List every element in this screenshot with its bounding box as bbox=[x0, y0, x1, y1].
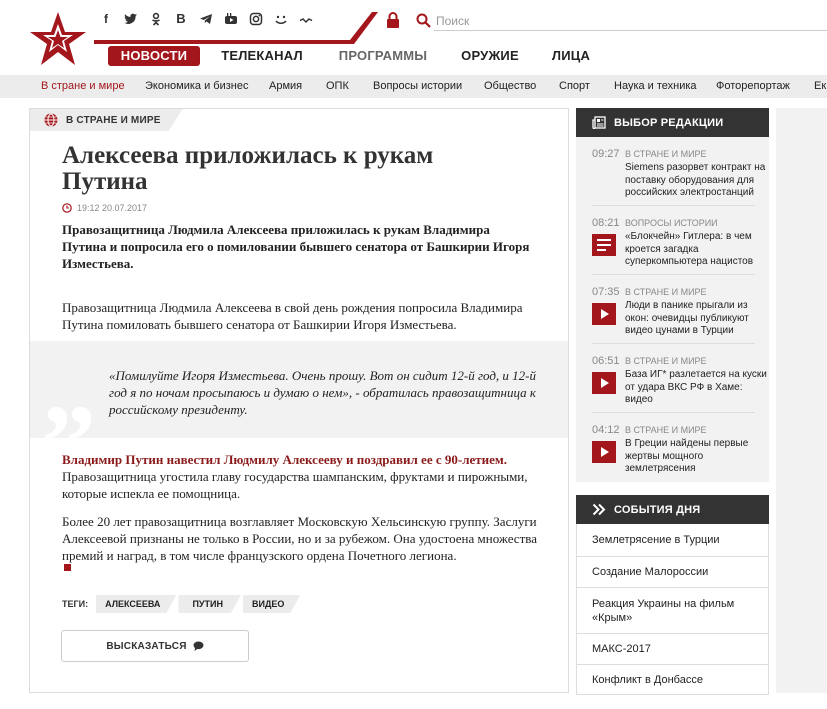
video-play-icon bbox=[592, 372, 616, 394]
subnav-item-sport[interactable]: Спорт bbox=[559, 75, 590, 98]
feed-category[interactable]: В СТРАНЕ И МИРЕ bbox=[625, 356, 707, 366]
zvezda-logo[interactable] bbox=[28, 10, 88, 68]
feed-headline[interactable]: В Греции найдены первые жертвы мощного з… bbox=[625, 438, 767, 476]
tag-video[interactable]: ВИДЕО bbox=[243, 595, 300, 613]
clock-icon bbox=[62, 203, 72, 213]
feed-headline[interactable]: Siemens разорвет контракт на поставку об… bbox=[625, 162, 767, 200]
related-article-link[interactable]: Владимир Путин навестил Людмилу Алексеев… bbox=[62, 452, 507, 467]
youtube-icon[interactable] bbox=[224, 12, 238, 26]
event-topic[interactable]: Реакция Украины на фильм «Крым» bbox=[576, 588, 769, 634]
subnav-item-army[interactable]: Армия bbox=[269, 75, 302, 98]
subnav-item-world[interactable]: В стране и мире bbox=[41, 75, 125, 98]
feed-headline[interactable]: База ИГ* разлетается на куски от удара В… bbox=[625, 369, 767, 407]
editors-choice-title: ВЫБОР РЕДАКЦИИ bbox=[614, 116, 724, 129]
nav-item-tv[interactable]: ТЕЛЕКАНАЛ bbox=[200, 46, 324, 66]
category-subnav: В стране и мире Экономика и бизнес Армия… bbox=[0, 75, 827, 98]
article-paragraph: Владимир Путин навестил Людмилу Алексеев… bbox=[62, 451, 532, 502]
feed-item[interactable]: 09:27 В СТРАНЕ И МИРЕ Siemens разорвет к… bbox=[592, 137, 765, 206]
subnav-item-economy[interactable]: Экономика и бизнес bbox=[145, 75, 248, 98]
video-play-icon bbox=[592, 303, 616, 325]
article-quote: „ «Помилуйте Игоря Изместьева. Очень про… bbox=[30, 325, 568, 447]
telegram-icon[interactable] bbox=[199, 12, 213, 26]
subnav-item-society[interactable]: Общество bbox=[484, 75, 536, 98]
subnav-item-photo[interactable]: Фоторепортаж bbox=[716, 75, 790, 98]
social-links: f В bbox=[99, 12, 313, 26]
tags-label: ТЕГИ: bbox=[62, 599, 89, 609]
subnav-item-science[interactable]: Наука и техника bbox=[614, 75, 697, 98]
article-icon bbox=[592, 234, 616, 256]
editors-choice-header: ВЫБОР РЕДАКЦИИ bbox=[576, 108, 769, 137]
feed-time: 07:35 bbox=[592, 286, 620, 298]
speech-bubble-icon bbox=[193, 641, 204, 651]
yandex-zen-icon[interactable] bbox=[274, 12, 288, 26]
double-chevron-right-icon bbox=[592, 503, 606, 516]
sidebar: ВЫБОР РЕДАКЦИИ 09:27 В СТРАНЕ И МИРЕ Sie… bbox=[576, 108, 769, 695]
subnav-item-opk[interactable]: ОПК bbox=[326, 75, 349, 98]
search-icon[interactable] bbox=[416, 13, 431, 28]
lock-icon[interactable] bbox=[386, 12, 400, 28]
feed-time: 06:51 bbox=[592, 355, 620, 367]
article-paragraph-text: Правозащитница угостила главу государств… bbox=[62, 469, 528, 501]
article-paragraph: Более 20 лет правозащитница возглавляет … bbox=[62, 514, 537, 563]
twitter-icon[interactable] bbox=[124, 12, 138, 26]
video-play-icon bbox=[592, 441, 616, 463]
article-title: Алексеева приложилась к рукам Путина bbox=[62, 142, 434, 195]
editors-choice-feed: 09:27 В СТРАНЕ И МИРЕ Siemens разорвет к… bbox=[576, 137, 769, 482]
article-rubric[interactable]: В СТРАНЕ И МИРЕ bbox=[30, 109, 183, 131]
tag-alekseeva[interactable]: АЛЕКСЕЕВА bbox=[96, 595, 176, 613]
globe-icon bbox=[44, 113, 58, 127]
article-paragraph: Правозащитница Людмила Алексеева в свой … bbox=[62, 300, 523, 332]
site-header: f В НОВОСТИ ТЕЛЕКАНАЛ ПРОГРАММЫ ОРУЖИЕ Л… bbox=[0, 0, 827, 75]
main-nav: НОВОСТИ ТЕЛЕКАНАЛ ПРОГРАММЫ ОРУЖИЕ ЛИЦА bbox=[108, 46, 604, 66]
nav-item-people[interactable]: ЛИЦА bbox=[538, 46, 604, 66]
article-lead: Правозащитница Людмила Алексеева приложи… bbox=[62, 222, 530, 271]
vkontakte-icon[interactable]: В bbox=[174, 12, 188, 26]
feed-category[interactable]: В СТРАНЕ И МИРЕ bbox=[625, 425, 707, 435]
feed-time: 04:12 bbox=[592, 424, 620, 436]
feed-item[interactable]: 06:51 В СТРАНЕ И МИРЕ База ИГ* разлетает… bbox=[592, 344, 767, 413]
article-date: 19:12 20.07.2017 bbox=[62, 203, 147, 213]
comment-button[interactable]: ВЫСКАЗАТЬСЯ bbox=[61, 630, 249, 662]
facebook-icon[interactable]: f bbox=[99, 12, 113, 26]
odnoklassniki-icon[interactable] bbox=[149, 12, 163, 26]
quote-mark-icon: „ bbox=[42, 325, 97, 447]
event-topic[interactable]: Создание Малороссии bbox=[576, 557, 769, 588]
feed-item[interactable]: 07:35 В СТРАНЕ И МИРЕ Люди в панике прыг… bbox=[592, 275, 755, 344]
events-title: СОБЫТИЯ ДНЯ bbox=[614, 503, 701, 516]
article-date-text: 19:12 20.07.2017 bbox=[77, 203, 148, 213]
subnav-item-more[interactable]: Ек bbox=[814, 75, 826, 98]
article: В СТРАНЕ И МИРЕ Алексеева приложилась к … bbox=[29, 108, 569, 693]
feed-headline[interactable]: «Блокчейн» Гитлера: в чем кроется загадк… bbox=[625, 231, 767, 269]
event-topic[interactable]: МАКС-2017 bbox=[576, 634, 769, 665]
search-input[interactable] bbox=[434, 11, 827, 31]
newspaper-icon bbox=[592, 116, 606, 129]
tag-putin[interactable]: ПУТИН bbox=[178, 595, 241, 613]
feed-category[interactable]: В СТРАНЕ И МИРЕ bbox=[625, 287, 707, 297]
feed-time: 08:21 bbox=[592, 217, 620, 229]
events-list: Землетрясение в Турции Создание Малоросс… bbox=[576, 524, 769, 695]
comment-button-label: ВЫСКАЗАТЬСЯ bbox=[106, 640, 187, 652]
feed-category[interactable]: В СТРАНЕ И МИРЕ bbox=[625, 149, 707, 159]
events-header: СОБЫТИЯ ДНЯ bbox=[576, 495, 769, 524]
instagram-icon[interactable] bbox=[249, 12, 263, 26]
article-rubric-label: В СТРАНЕ И МИРЕ bbox=[66, 114, 161, 126]
nav-item-weapons[interactable]: ОРУЖИЕ bbox=[442, 46, 538, 66]
feed-headline[interactable]: Люди в панике прыгали из окон: очевидцы … bbox=[625, 300, 767, 338]
event-topic[interactable]: Землетрясение в Турции bbox=[576, 524, 769, 557]
article-end-mark bbox=[64, 564, 71, 571]
feed-item[interactable]: 08:21 ВОПРОСЫ ИСТОРИИ «Блокчейн» Гитлера… bbox=[592, 206, 755, 275]
feed-category[interactable]: ВОПРОСЫ ИСТОРИИ bbox=[625, 218, 718, 228]
event-topic[interactable]: Конфликт в Донбассе bbox=[576, 665, 769, 695]
quote-text: «Помилуйте Игоря Изместьева. Очень прошу… bbox=[109, 368, 537, 417]
email-icon[interactable] bbox=[299, 12, 313, 26]
nav-item-news[interactable]: НОВОСТИ bbox=[108, 46, 200, 66]
feed-time: 09:27 bbox=[592, 148, 620, 160]
ad-placeholder bbox=[776, 108, 827, 693]
feed-item[interactable]: 04:12 В СТРАНЕ И МИРЕ В Греции найдены п… bbox=[592, 413, 755, 482]
nav-item-programs[interactable]: ПРОГРАММЫ bbox=[324, 46, 442, 66]
subnav-item-history[interactable]: Вопросы истории bbox=[373, 75, 462, 98]
article-tags: ТЕГИ: АЛЕКСЕЕВА ПУТИН ВИДЕО bbox=[62, 595, 302, 613]
